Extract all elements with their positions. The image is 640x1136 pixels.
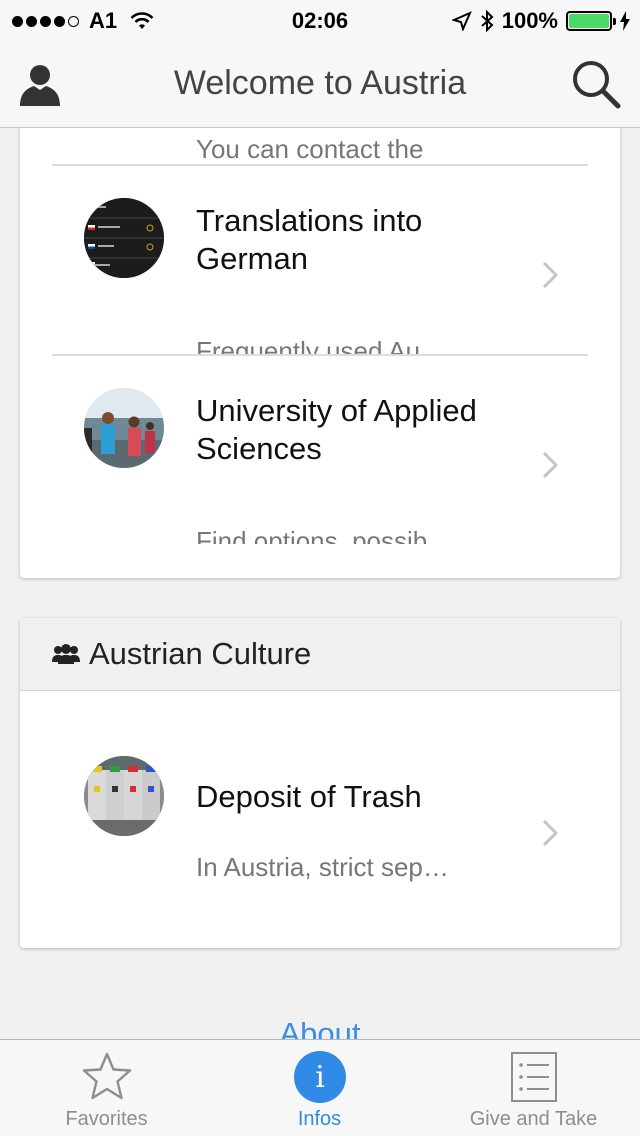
tab-give-and-take[interactable]: Give and Take [427, 1040, 640, 1136]
item-subtitle: You can contact the [196, 134, 424, 164]
students-photo-thumbnail [84, 388, 164, 468]
info-card: You can contact the Translations into Ge… [20, 128, 620, 578]
item-subtitle: In Austria, strict sep… [196, 852, 449, 882]
flags-list-thumbnail [84, 198, 164, 278]
austrian-culture-card: Austrian Culture Deposit of Trash In Aus… [20, 618, 620, 948]
list-icon [510, 1052, 557, 1102]
star-icon [82, 1052, 131, 1100]
tab-label: Infos [297, 1108, 342, 1130]
charging-bolt-icon [620, 11, 630, 31]
battery-icon [566, 11, 616, 31]
chevron-right-icon [542, 451, 559, 479]
item-subtitle: Frequently used Au [196, 336, 421, 354]
bluetooth-icon [481, 10, 494, 32]
status-right: 100% [451, 8, 630, 34]
item-title: Translations into German [196, 203, 423, 276]
info-icon: i [293, 1051, 346, 1103]
section-title: Austrian Culture [89, 636, 312, 671]
chevron-right-icon [542, 261, 559, 289]
list-item[interactable]: You can contact the [20, 128, 620, 164]
tab-bar: Favorites i Infos Give and Take [0, 1039, 640, 1136]
battery-percent: 100% [501, 8, 558, 33]
item-subtitle: Find options, possib [196, 526, 428, 544]
location-arrow-icon [451, 11, 472, 31]
navigation-bar: Welcome to Austria [0, 40, 640, 128]
tab-favorites[interactable]: Favorites [0, 1040, 213, 1136]
tab-infos[interactable]: i Infos [213, 1040, 426, 1136]
card-header: Austrian Culture [20, 618, 620, 691]
status-bar: A1 02:06 100% [0, 0, 640, 40]
tab-label: Give and Take [469, 1108, 598, 1130]
tab-label: Favorites [65, 1108, 148, 1130]
group-icon [52, 644, 80, 664]
list-item-deposit-of-trash[interactable]: Deposit of Trash In Austria, strict sep… [20, 692, 620, 948]
list-item-university[interactable]: University of Applied Sciences Find opti… [20, 356, 620, 544]
search-icon[interactable] [570, 58, 622, 110]
chevron-right-icon [542, 819, 559, 847]
about-link[interactable]: About [0, 1016, 640, 1039]
item-title: University of Applied Sciences [196, 393, 477, 466]
list-item-translations[interactable]: Translations into German Frequently used… [20, 166, 620, 354]
item-title: Deposit of Trash [196, 779, 422, 814]
trash-bins-thumbnail [84, 756, 164, 836]
svg-text:i: i [315, 1060, 325, 1095]
content-scroll-area[interactable]: You can contact the Translations into Ge… [0, 128, 640, 1039]
page-title: Welcome to Austria [173, 64, 467, 102]
